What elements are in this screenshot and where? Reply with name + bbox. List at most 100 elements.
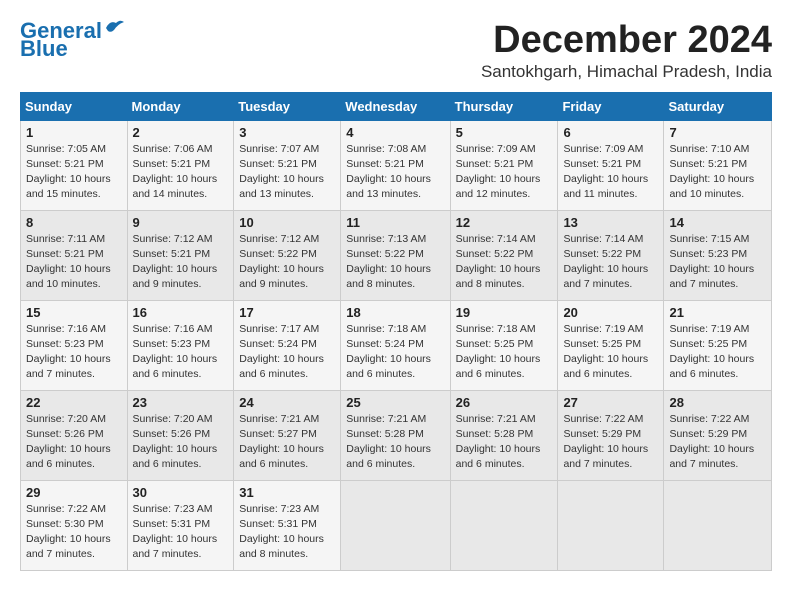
day-info: Sunrise: 7:08 AM Sunset: 5:21 PM Dayligh…: [346, 142, 444, 203]
calendar-cell: 26 Sunrise: 7:21 AM Sunset: 5:28 PM Dayli…: [450, 390, 558, 480]
day-info: Sunrise: 7:22 AM Sunset: 5:29 PM Dayligh…: [669, 412, 766, 473]
day-info: Sunrise: 7:14 AM Sunset: 5:22 PM Dayligh…: [456, 232, 553, 293]
weekday-thursday: Thursday: [450, 92, 558, 120]
calendar-week-4: 22 Sunrise: 7:20 AM Sunset: 5:26 PM Dayli…: [21, 390, 772, 480]
day-info: Sunrise: 7:12 AM Sunset: 5:22 PM Dayligh…: [239, 232, 335, 293]
calendar-cell: 20 Sunrise: 7:19 AM Sunset: 5:25 PM Dayli…: [558, 300, 664, 390]
day-number: 12: [456, 215, 553, 230]
calendar-cell: 30 Sunrise: 7:23 AM Sunset: 5:31 PM Dayli…: [127, 480, 234, 570]
calendar-cell: 19 Sunrise: 7:18 AM Sunset: 5:25 PM Dayli…: [450, 300, 558, 390]
weekday-sunday: Sunday: [21, 92, 128, 120]
calendar-cell: 27 Sunrise: 7:22 AM Sunset: 5:29 PM Dayli…: [558, 390, 664, 480]
day-number: 10: [239, 215, 335, 230]
calendar-cell: 24 Sunrise: 7:21 AM Sunset: 5:27 PM Dayli…: [234, 390, 341, 480]
day-info: Sunrise: 7:10 AM Sunset: 5:21 PM Dayligh…: [669, 142, 766, 203]
day-info: Sunrise: 7:20 AM Sunset: 5:26 PM Dayligh…: [26, 412, 122, 473]
day-number: 1: [26, 125, 122, 140]
calendar-cell: 2 Sunrise: 7:06 AM Sunset: 5:21 PM Daylig…: [127, 120, 234, 210]
weekday-wednesday: Wednesday: [341, 92, 450, 120]
calendar-cell: 13Sunrise: 7:14 AM Sunset: 5:22 PM Dayli…: [558, 210, 664, 300]
day-info: Sunrise: 7:05 AM Sunset: 5:21 PM Dayligh…: [26, 142, 122, 203]
day-number: 21: [669, 305, 766, 320]
weekday-saturday: Saturday: [664, 92, 772, 120]
weekday-monday: Monday: [127, 92, 234, 120]
calendar-cell: 3Sunrise: 7:07 AM Sunset: 5:21 PM Daylig…: [234, 120, 341, 210]
calendar-cell: 9Sunrise: 7:12 AM Sunset: 5:21 PM Daylig…: [127, 210, 234, 300]
calendar-week-3: 15 Sunrise: 7:16 AM Sunset: 5:23 PM Dayli…: [21, 300, 772, 390]
location-subtitle: Santokhgarh, Himachal Pradesh, India: [481, 62, 772, 82]
day-number: 24: [239, 395, 335, 410]
day-number: 27: [563, 395, 658, 410]
day-info: Sunrise: 7:07 AM Sunset: 5:21 PM Dayligh…: [239, 142, 335, 203]
day-number: 16: [133, 305, 229, 320]
day-info: Sunrise: 7:20 AM Sunset: 5:26 PM Dayligh…: [133, 412, 229, 473]
day-number: 5: [456, 125, 553, 140]
day-info: Sunrise: 7:19 AM Sunset: 5:25 PM Dayligh…: [563, 322, 658, 383]
calendar-week-1: 1 Sunrise: 7:05 AM Sunset: 5:21 PM Daylig…: [21, 120, 772, 210]
day-info: Sunrise: 7:09 AM Sunset: 5:21 PM Dayligh…: [456, 142, 553, 203]
calendar-cell: [341, 480, 450, 570]
day-info: Sunrise: 7:21 AM Sunset: 5:28 PM Dayligh…: [456, 412, 553, 473]
day-number: 28: [669, 395, 766, 410]
day-info: Sunrise: 7:23 AM Sunset: 5:31 PM Dayligh…: [133, 502, 229, 563]
day-number: 30: [133, 485, 229, 500]
calendar-cell: 16Sunrise: 7:16 AM Sunset: 5:23 PM Dayli…: [127, 300, 234, 390]
day-info: Sunrise: 7:21 AM Sunset: 5:27 PM Dayligh…: [239, 412, 335, 473]
day-number: 8: [26, 215, 122, 230]
day-number: 20: [563, 305, 658, 320]
day-number: 2: [133, 125, 229, 140]
day-info: Sunrise: 7:21 AM Sunset: 5:28 PM Dayligh…: [346, 412, 444, 473]
day-info: Sunrise: 7:22 AM Sunset: 5:29 PM Dayligh…: [563, 412, 658, 473]
logo-blue: Blue: [20, 38, 68, 60]
calendar-cell: 11Sunrise: 7:13 AM Sunset: 5:22 PM Dayli…: [341, 210, 450, 300]
day-info: Sunrise: 7:06 AM Sunset: 5:21 PM Dayligh…: [133, 142, 229, 203]
logo: General Blue: [20, 20, 126, 60]
title-block: December 2024 Santokhgarh, Himachal Prad…: [481, 20, 772, 82]
calendar-week-5: 29 Sunrise: 7:22 AM Sunset: 5:30 PM Dayli…: [21, 480, 772, 570]
day-info: Sunrise: 7:16 AM Sunset: 5:23 PM Dayligh…: [26, 322, 122, 383]
day-number: 26: [456, 395, 553, 410]
calendar-cell: 1 Sunrise: 7:05 AM Sunset: 5:21 PM Daylig…: [21, 120, 128, 210]
calendar-cell: 28 Sunrise: 7:22 AM Sunset: 5:29 PM Dayli…: [664, 390, 772, 480]
day-info: Sunrise: 7:19 AM Sunset: 5:25 PM Dayligh…: [669, 322, 766, 383]
calendar-week-2: 8 Sunrise: 7:11 AM Sunset: 5:21 PM Daylig…: [21, 210, 772, 300]
calendar-table: SundayMondayTuesdayWednesdayThursdayFrid…: [20, 92, 772, 571]
day-number: 14: [669, 215, 766, 230]
calendar-cell: 25Sunrise: 7:21 AM Sunset: 5:28 PM Dayli…: [341, 390, 450, 480]
calendar-header: SundayMondayTuesdayWednesdayThursdayFrid…: [21, 92, 772, 120]
day-number: 31: [239, 485, 335, 500]
day-info: Sunrise: 7:09 AM Sunset: 5:21 PM Dayligh…: [563, 142, 658, 203]
calendar-cell: 22 Sunrise: 7:20 AM Sunset: 5:26 PM Dayli…: [21, 390, 128, 480]
calendar-cell: 12 Sunrise: 7:14 AM Sunset: 5:22 PM Dayli…: [450, 210, 558, 300]
day-info: Sunrise: 7:22 AM Sunset: 5:30 PM Dayligh…: [26, 502, 122, 563]
calendar-cell: 10 Sunrise: 7:12 AM Sunset: 5:22 PM Dayli…: [234, 210, 341, 300]
day-number: 23: [133, 395, 229, 410]
day-number: 9: [133, 215, 229, 230]
calendar-cell: 8 Sunrise: 7:11 AM Sunset: 5:21 PM Daylig…: [21, 210, 128, 300]
day-number: 7: [669, 125, 766, 140]
day-info: Sunrise: 7:11 AM Sunset: 5:21 PM Dayligh…: [26, 232, 122, 293]
logo-bird-icon: [104, 18, 126, 36]
day-info: Sunrise: 7:15 AM Sunset: 5:23 PM Dayligh…: [669, 232, 766, 293]
calendar-cell: 4Sunrise: 7:08 AM Sunset: 5:21 PM Daylig…: [341, 120, 450, 210]
calendar-cell: [664, 480, 772, 570]
calendar-cell: 6 Sunrise: 7:09 AM Sunset: 5:21 PM Daylig…: [558, 120, 664, 210]
day-number: 29: [26, 485, 122, 500]
weekday-header-row: SundayMondayTuesdayWednesdayThursdayFrid…: [21, 92, 772, 120]
day-info: Sunrise: 7:17 AM Sunset: 5:24 PM Dayligh…: [239, 322, 335, 383]
calendar-cell: 17Sunrise: 7:17 AM Sunset: 5:24 PM Dayli…: [234, 300, 341, 390]
weekday-tuesday: Tuesday: [234, 92, 341, 120]
calendar-cell: 31Sunrise: 7:23 AM Sunset: 5:31 PM Dayli…: [234, 480, 341, 570]
day-number: 18: [346, 305, 444, 320]
calendar-body: 1 Sunrise: 7:05 AM Sunset: 5:21 PM Daylig…: [21, 120, 772, 570]
day-info: Sunrise: 7:18 AM Sunset: 5:25 PM Dayligh…: [456, 322, 553, 383]
day-number: 15: [26, 305, 122, 320]
day-info: Sunrise: 7:14 AM Sunset: 5:22 PM Dayligh…: [563, 232, 658, 293]
day-number: 6: [563, 125, 658, 140]
day-number: 19: [456, 305, 553, 320]
month-title: December 2024: [481, 20, 772, 62]
calendar-cell: 18 Sunrise: 7:18 AM Sunset: 5:24 PM Dayli…: [341, 300, 450, 390]
day-info: Sunrise: 7:18 AM Sunset: 5:24 PM Dayligh…: [346, 322, 444, 383]
day-number: 22: [26, 395, 122, 410]
calendar-cell: [450, 480, 558, 570]
